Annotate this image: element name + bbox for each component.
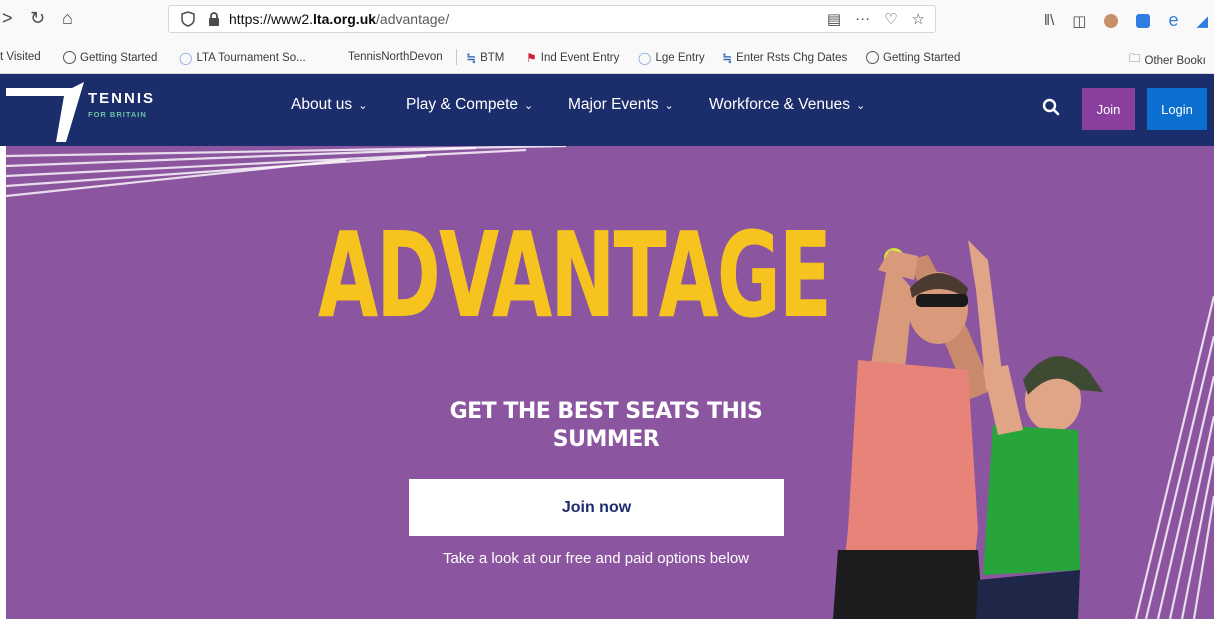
search-icon[interactable] [1042,98,1060,116]
hero-tagline: Take a look at our free and paid options… [442,550,750,567]
lta-logo[interactable]: LTA [6,82,86,147]
bookmark-getting-started[interactable]: Getting Started [63,51,157,64]
lock-icon[interactable] [207,11,221,30]
chevron-down-icon: ⌄ [358,100,368,112]
lta-icon: ≒ [722,51,733,65]
flag-icon: ⚑ [526,51,537,65]
globe-icon [866,51,879,64]
chevron-down-icon: ⌄ [856,100,866,112]
shield-icon: ◯ [638,51,652,65]
chevron-down-icon: ⌄ [524,100,534,112]
bookmarks-bar: t Visited Getting Started ◯ LTA Tournamen… [0,40,1214,74]
site-header: LTA TENNIS FOR BRITAIN About us ⌄ Play & … [0,74,1214,146]
library-icon[interactable]: ‖\ [1044,12,1054,29]
login-button[interactable]: Login [1147,88,1207,130]
bookmark-lge-entry[interactable]: ◯ Lge Entry [638,51,705,65]
nav-about-us[interactable]: About us ⌄ [291,96,367,114]
nav-play-compete[interactable]: Play & Compete ⌄ [406,96,533,114]
home-icon[interactable]: ⌂ [62,8,73,29]
bookmark-star-icon[interactable]: ☆ [912,10,925,28]
tracking-shield-icon[interactable] [181,11,195,30]
globe-icon [63,51,76,64]
url-text[interactable]: https://www2.lta.org.uk/advantage/ [229,11,449,27]
extension-icon[interactable] [1136,13,1151,28]
page-actions-icon[interactable]: ··· [855,10,870,28]
lta-icon: ≒ [466,51,477,65]
logo-mark-text: LTA [10,97,51,122]
nav-major-events[interactable]: Major Events ⌄ [568,96,674,114]
nav-workforce-venues[interactable]: Workforce & Venues ⌄ [709,96,865,114]
bookmark-getting-started-2[interactable]: Getting Started [866,51,960,64]
sidebar-icon[interactable]: ◫ [1072,12,1086,30]
edge-icon[interactable]: e [1168,10,1178,31]
logo-text: TENNIS [88,90,156,107]
bookmark-ind-event-entry[interactable]: ⚑ Ind Event Entry [526,51,619,65]
bookmark-btm[interactable]: ≒ BTM [466,51,504,65]
join-now-button[interactable]: Join now [409,479,784,536]
bookmark-lta-tournament[interactable]: ◯ LTA Tournament So... [179,51,306,65]
forward-icon[interactable]: > [2,8,13,29]
folder-icon: 🗀 [1129,53,1141,65]
reader-view-icon[interactable]: ▤ [827,10,841,28]
hero-headline: ADVANTAGE [318,206,832,344]
chevron-down-icon: ⌄ [664,100,674,112]
hero-photo-fans [833,240,1103,619]
bookmark-enter-rsts[interactable]: ≒ Enter Rsts Chg Dates [722,51,847,65]
bookmark-other[interactable]: 🗀 Other Bookı [1129,51,1206,70]
hero-banner: ADVANTAGE GET THE BEST SEATS THIS SUMMER… [6,146,1214,619]
address-bar[interactable]: https://www2.lta.org.uk/advantage/ ▤ ···… [168,5,936,33]
hero-subhead: GET THE BEST SEATS THIS SUMMER [449,399,763,452]
extension-badge-icon[interactable]: ◢ [1196,12,1208,30]
browser-toolbar: > ↻ ⌂ https://www2.lta.org.uk/advantage/… [0,0,1214,40]
bookmark-tennis-north-devon[interactable]: TennisNorthDevon [348,51,443,63]
shield-icon: ◯ [179,51,193,65]
reload-icon[interactable]: ↻ [30,8,45,29]
bookmark-most-visited[interactable]: t Visited [0,51,41,63]
join-button[interactable]: Join [1082,88,1135,130]
logo-subtext: FOR BRITAIN [88,110,147,119]
profile-icon[interactable] [1104,13,1119,28]
pocket-icon[interactable]: ♡ [884,10,897,28]
